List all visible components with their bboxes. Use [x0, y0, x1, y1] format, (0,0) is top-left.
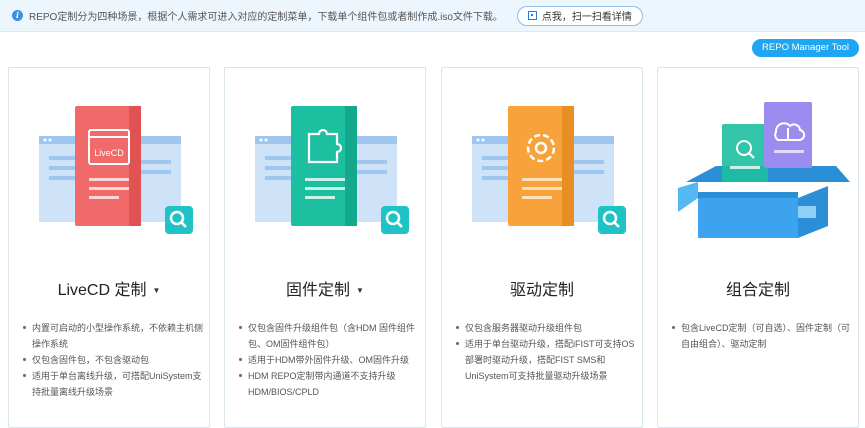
- list-item: 仅包含服务器驱动升级组件包: [456, 320, 636, 336]
- bullets-firmware: 仅包含固件升级组件包（含HDM 固件组件包、OM固件组件包） 适用于HDM带外固…: [239, 320, 419, 400]
- list-item: 包含LiveCD定制（可自选）、固件定制（可自由组合）、驱动定制: [672, 320, 852, 352]
- driver-illustration: [472, 106, 626, 234]
- card-combination[interactable]: 组合定制 包含LiveCD定制（可自选）、固件定制（可自由组合）、驱动定制: [657, 67, 859, 428]
- qr-code-icon: [527, 11, 537, 20]
- bullets-driver: 仅包含服务器驱动升级组件包 适用于单台驱动升级，搭配iFIST可支持OS部署时驱…: [456, 320, 636, 384]
- card-title-combination[interactable]: 组合定制: [658, 276, 858, 300]
- card-title-livecd[interactable]: LiveCD 定制 ▼: [9, 276, 209, 300]
- caret-down-icon[interactable]: ▼: [356, 286, 364, 295]
- list-item: 仅包含固件升级组件包（含HDM 固件组件包、OM固件组件包）: [239, 320, 419, 352]
- notice-bar: i REPO定制分为四种场景，根据个人需求可进入对应的定制菜单，下载单个组件包或…: [0, 0, 865, 32]
- notice-text: REPO定制分为四种场景，根据个人需求可进入对应的定制菜单，下载单个组件包或者制…: [29, 12, 503, 23]
- list-item: 内置可启动的小型操作系统，不依赖主机侧操作系统: [23, 320, 203, 352]
- bullets-livecd: 内置可启动的小型操作系统，不依赖主机侧操作系统 仅包含固件包，不包含驱动包 适用…: [23, 320, 203, 400]
- firmware-illustration: [255, 106, 409, 234]
- list-item: 适用于单台驱动升级，搭配iFIST可支持OS部署时驱动升级，搭配FIST SMS…: [456, 336, 636, 384]
- livecd-illustration: LiveCD: [39, 106, 193, 234]
- livecd-icon-label: LiveCD: [94, 148, 124, 158]
- list-item: 仅包含固件包，不包含驱动包: [23, 352, 203, 368]
- card-livecd[interactable]: LiveCD LiveCD 定制 ▼ 内置可启动的小型操作系统，不依赖主机侧操作系…: [8, 67, 210, 428]
- repo-manager-tool-button[interactable]: REPO Manager Tool: [752, 39, 859, 57]
- customization-cards: LiveCD LiveCD 定制 ▼ 内置可启动的小型操作系统，不依赖主机侧操作系…: [8, 67, 859, 428]
- list-item: HDM REPO定制带内通道不支持升级HDM/BIOS/CPLD: [239, 368, 419, 400]
- list-item: 适用于单台离线升级，可搭配UniSystem支持批量离线升级场景: [23, 368, 203, 400]
- card-driver[interactable]: 驱动定制 仅包含服务器驱动升级组件包 适用于单台驱动升级，搭配iFIST可支持O…: [441, 67, 643, 428]
- caret-down-icon[interactable]: ▼: [153, 286, 161, 295]
- card-title-firmware[interactable]: 固件定制 ▼: [225, 276, 425, 300]
- info-icon: i: [12, 10, 23, 21]
- scan-qr-button[interactable]: 点我，扫一扫看详情: [516, 5, 643, 26]
- bullets-combination: 包含LiveCD定制（可自选）、固件定制（可自由组合）、驱动定制: [672, 320, 852, 352]
- scan-qr-label: 点我，扫一扫看详情: [541, 12, 632, 23]
- card-title-driver[interactable]: 驱动定制: [442, 276, 642, 300]
- combination-illustration: [678, 102, 850, 238]
- list-item: 适用于HDM带外固件升级、OM固件升级: [239, 352, 419, 368]
- card-firmware[interactable]: 固件定制 ▼ 仅包含固件升级组件包（含HDM 固件组件包、OM固件组件包） 适用于…: [224, 67, 426, 428]
